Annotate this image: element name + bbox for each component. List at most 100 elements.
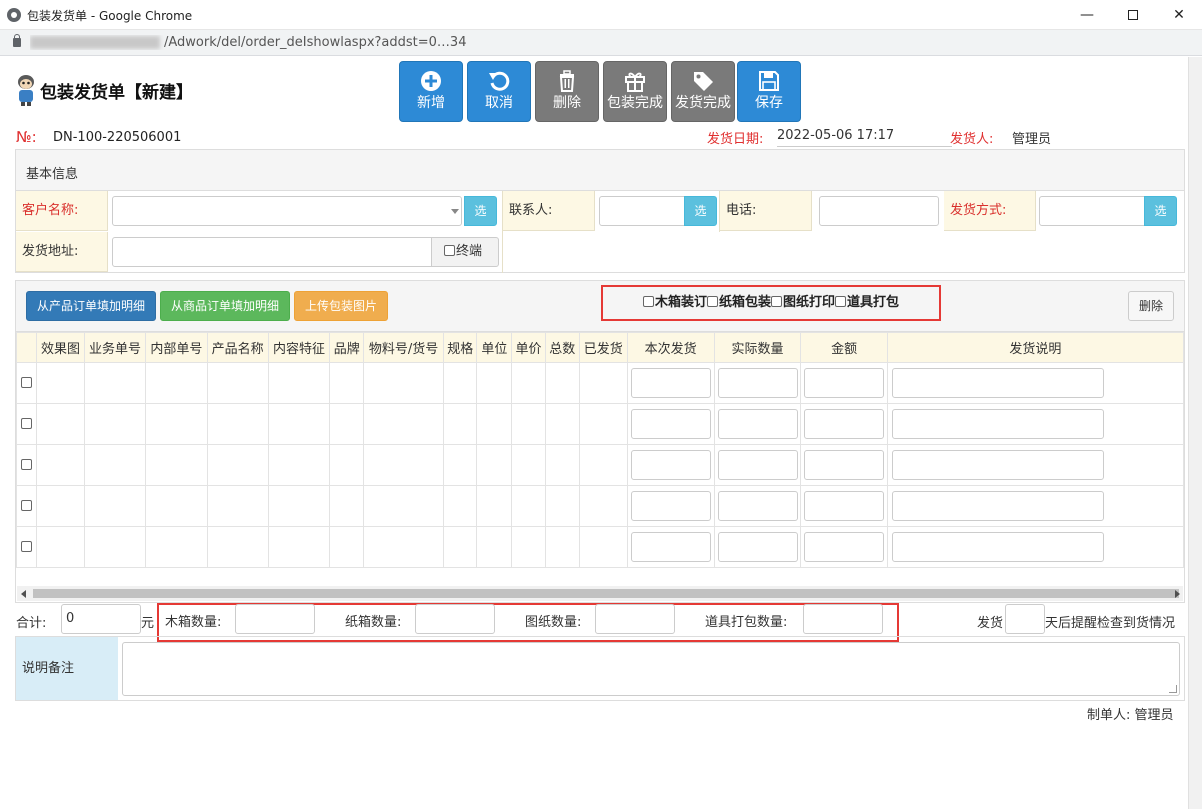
minimize-icon[interactable]: — [1064,0,1110,30]
col-amount: 金额 [800,332,888,363]
scroll-left-icon[interactable] [21,590,26,598]
table-cell [886,362,1184,404]
ship-note-input[interactable] [891,532,1104,562]
table-cell [442,444,478,486]
contact-pick-button[interactable]: 选 [684,196,717,226]
prop-pack-option[interactable]: 道具打包 [835,295,899,310]
new-button[interactable]: 新增 [399,61,463,122]
actual-qty-input[interactable] [717,532,798,562]
row-checkbox[interactable] [20,540,32,552]
table-cell [476,526,513,568]
table-cell [363,403,444,445]
col-check [16,332,38,363]
url-text[interactable]: /Adwork/del/order_deIshowlaspx?addst=0…3… [30,35,590,50]
drawing-print-option[interactable]: 图纸打印 [771,295,835,310]
amount-input[interactable] [804,409,885,439]
row-checkbox[interactable] [20,499,32,511]
wood-box-checkbox[interactable] [642,296,654,307]
terminal-checkbox[interactable]: 终端 [431,237,499,267]
wood-box-option-label: 木箱装订 [654,295,707,310]
wood-box-qty-input[interactable] [235,604,315,634]
total-field[interactable]: 0 [61,604,141,634]
drawing-qty-label: 图纸数量: [525,615,582,630]
sender-field[interactable]: 管理员 [1012,128,1182,151]
shipping-done-button[interactable]: 发货完成 [671,61,735,122]
actual-qty-input[interactable] [717,409,798,439]
row-checkbox[interactable] [20,417,32,429]
carton-qty-input[interactable] [415,604,495,634]
terminal-checkbox-box[interactable] [444,245,455,256]
table-cell [16,444,38,486]
add-from-goods-order-button[interactable]: 从商品订单填加明细 [160,291,290,321]
resize-handle-icon[interactable] [1169,685,1177,693]
table-cell [267,444,331,486]
remind-suffix: 天后提醒检查到货情况 [1045,616,1176,631]
ship-note-input[interactable] [891,409,1104,439]
address-input[interactable] [112,237,432,267]
scrollbar-thumb[interactable] [33,589,1179,598]
remind-days-input[interactable] [1005,604,1045,634]
close-icon[interactable]: ✕ [1156,0,1202,30]
table-row [16,485,1184,527]
maximize-icon[interactable] [1110,0,1156,30]
drawing-print-checkbox[interactable] [771,296,782,307]
table-cell [626,362,715,404]
table-cell [16,362,38,404]
terminal-checkbox-label: 终端 [456,244,483,259]
customer-select[interactable] [112,196,462,226]
delete-rows-button[interactable]: 删除 [1128,291,1174,321]
prop-qty-input[interactable] [803,604,883,634]
actual-qty-input[interactable] [717,368,798,398]
ship-now-input[interactable] [630,450,711,480]
actual-qty-input[interactable] [717,450,798,480]
upload-packing-images-button[interactable]: 上传包装图片 [294,291,388,321]
scroll-right-icon[interactable] [1175,590,1180,598]
row-checkbox[interactable] [20,376,32,388]
ship-method-pick-button[interactable]: 选 [1144,196,1177,226]
carton-checkbox[interactable] [706,296,718,307]
ship-note-input[interactable] [891,368,1104,398]
plus-circle-icon [421,71,441,91]
actual-qty-input[interactable] [717,491,798,521]
ship-now-input[interactable] [630,532,711,562]
ship-note-input[interactable] [891,491,1104,521]
new-button-label: 新增 [417,95,445,111]
wood-box-option[interactable]: 木箱装订 [642,295,707,310]
delete-order-button[interactable]: 删除 [535,61,599,122]
packing-done-button[interactable]: 包装完成 [603,61,667,122]
ship-note-input[interactable] [891,450,1104,480]
ship-date-field[interactable]: 2022-05-06 17:17 [777,128,952,147]
table-cell [800,526,888,568]
ship-now-input[interactable] [630,409,711,439]
table-row [16,403,1184,445]
prop-pack-checkbox[interactable] [835,296,847,307]
table-cell [206,362,269,404]
add-from-product-order-button[interactable]: 从产品订单填加明细 [26,291,156,321]
window-titlebar: 包装发货单 - Google Chrome — ✕ [0,0,1202,30]
table-cell [511,485,546,527]
amount-input[interactable] [804,532,885,562]
order-no-value: DN-100-220506001 [53,130,182,145]
table-horizontal-scrollbar[interactable] [17,586,1183,601]
contact-input[interactable] [599,196,685,226]
carton-option[interactable]: 纸箱包装 [706,295,771,310]
remark-textarea[interactable] [122,642,1180,696]
ship-now-input[interactable] [630,491,711,521]
cancel-button[interactable]: 取消 [467,61,531,122]
save-button[interactable]: 保存 [737,61,801,122]
ship-now-input[interactable] [630,368,711,398]
chevron-down-icon[interactable] [451,209,459,214]
customer-pick-button[interactable]: 选 [464,196,497,226]
delete-order-button-label: 删除 [553,95,581,111]
page-vertical-scrollbar[interactable] [1188,57,1202,809]
amount-input[interactable] [804,491,885,521]
amount-input[interactable] [804,450,885,480]
phone-input[interactable] [819,196,939,226]
drawing-qty-input[interactable] [595,604,675,634]
ship-method-input[interactable] [1039,196,1145,226]
address-bar[interactable]: /Adwork/del/order_deIshowlaspx?addst=0…3… [0,30,1202,56]
table-cell [267,362,331,404]
amount-input[interactable] [804,368,885,398]
row-checkbox[interactable] [20,458,32,470]
table-cell [626,526,715,568]
